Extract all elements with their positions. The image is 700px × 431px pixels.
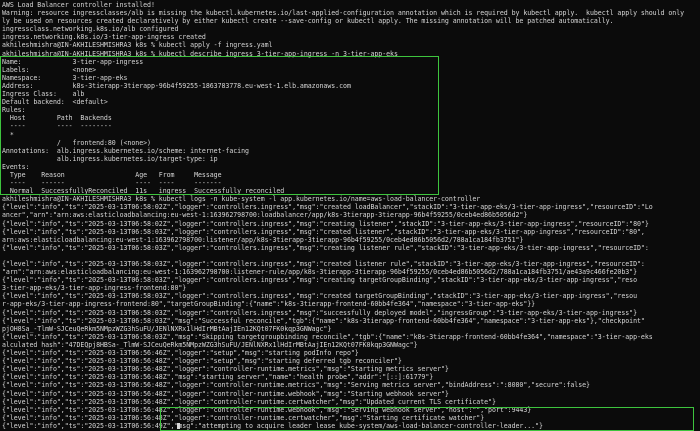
terminal-line: ly be used on resources created declarat… (2, 17, 614, 26)
terminal-line: * (2, 130, 14, 139)
terminal-line: Type Reason Age From Message (2, 170, 222, 179)
terminal-line: ingress.networking.k8s.io/3-tier-app-ing… (2, 33, 206, 42)
terminal-line: Labels: <none> (2, 65, 97, 74)
terminal-line: ingressclass.networking.k8s.io/alb confi… (2, 25, 179, 34)
terminal-line: {"level":"info","ts":"2025-03-13T06:58:0… (2, 203, 653, 212)
terminal-line: arn:aws:elasticloadbalancing:eu-west-1:1… (2, 235, 524, 244)
terminal-line: Default backend: <default> (2, 98, 108, 107)
terminal-line: akhileshmishra@IN-AKHILESHMISHRA3 k8s % … (2, 49, 398, 58)
terminal-window[interactable]: AWS Load Balancer controller installed! … (0, 0, 700, 431)
terminal-line: Ingress Class: alb (2, 90, 85, 99)
terminal-line: pjOH8Sa_-TlmW-SJCeuQeRkm5NMpzWZG3hSuFU/J… (2, 324, 332, 333)
terminal-line: r-app-eks/3-tier-app-ingress-frontend:80… (2, 300, 536, 309)
terminal-line: Host Path Backends (2, 114, 112, 123)
terminal-line: {"level":"info","ts":"2025-03-13T06:58:0… (2, 219, 649, 228)
terminal-line: {"level":"info","ts":"2025-03-13T06:58:0… (2, 260, 645, 268)
text-cursor (177, 423, 180, 429)
terminal-line: akhileshmishra@IN-AKHILESHMISHRA3 k8s % … (2, 41, 273, 50)
terminal-line: alculated hash":"47DEQpj8HBSa-_TlmW-SJCe… (2, 340, 418, 349)
terminal-line: {"level":"info","ts":"2025-03-13T06:56:4… (2, 365, 449, 374)
terminal-line: AWS Load Balancer controller installed! (2, 1, 155, 9)
terminal-line: Normal SuccessfullyReconciled 11s ingres… (2, 187, 285, 196)
terminal-line: {"level":"info","ts":"2025-03-13T06:58:0… (2, 292, 638, 301)
terminal-line: {"level":"info","ts":"2025-03-13T06:56:4… (2, 421, 543, 430)
terminal-line: ---- ---- -------- (2, 122, 112, 131)
terminal-line: / frontend:80 (<none>) (2, 138, 151, 147)
terminal-line: akhileshmishra@IN-AKHILESHMISHRA3 k8s % … (2, 195, 481, 204)
terminal-line: {"level":"info","ts":"2025-03-13T06:56:4… (2, 373, 434, 382)
terminal-line: alb.ingress.kubernetes.io/target-type: i… (2, 154, 218, 163)
terminal-line: "arn":"arn:aws:elasticloadbalancing:eu-w… (2, 268, 638, 277)
terminal-line: {"level":"info","ts":"2025-03-13T06:58:0… (2, 276, 638, 285)
terminal-line: {"level":"info","ts":"2025-03-13T06:58:0… (2, 332, 653, 341)
terminal-line: ---- ------ ---- ---- ------- (2, 179, 222, 188)
terminal-line: Warning: resource ingressclasses/alb is … (2, 9, 685, 18)
terminal-line: Namespace: 3-tier-app-eks (2, 73, 128, 82)
terminal-line: {"level":"info","ts":"2025-03-13T06:56:4… (2, 397, 496, 406)
terminal-line: {"level":"info","ts":"2025-03-13T06:56:4… (2, 389, 449, 398)
terminal-line: {"level":"info","ts":"2025-03-13T06:56:4… (2, 405, 532, 414)
terminal-line: {"level":"info","ts":"2025-03-13T06:56:4… (2, 381, 590, 390)
terminal-line: Address: k8s-3tierapp-3tierapp-96b4f5925… (2, 81, 351, 90)
terminal-line: Annotations: alb.ingress.kubernetes.io/s… (2, 146, 249, 155)
terminal-line: Events: (2, 162, 30, 171)
terminal-line: {"level":"info","ts":"2025-03-13T06:58:0… (2, 227, 645, 236)
terminal-line: Name: 3-tier-app-ingress (2, 57, 144, 66)
terminal-line: {"level":"info","ts":"2025-03-13T06:58:0… (2, 308, 638, 317)
terminal-line: {"level":"info","ts":"2025-03-13T06:56:4… (2, 357, 402, 366)
terminal-line: {"level":"info","ts":"2025-03-13T06:56:4… (2, 413, 485, 422)
terminal-line: Rules: (2, 106, 26, 115)
terminal-line: 3-tier-app-eks/3-tier-app-ingress-fronte… (2, 284, 187, 293)
terminal-line: {"level":"info","ts":"2025-03-13T06:58:0… (2, 316, 645, 325)
terminal-line: {"level":"info","ts":"2025-03-13T06:56:4… (2, 349, 359, 358)
terminal-line: ancer","arn":"arn:aws:elasticloadbalanci… (2, 211, 528, 220)
terminal-line: {"level":"info","ts":"2025-03-13T06:58:0… (2, 243, 649, 252)
